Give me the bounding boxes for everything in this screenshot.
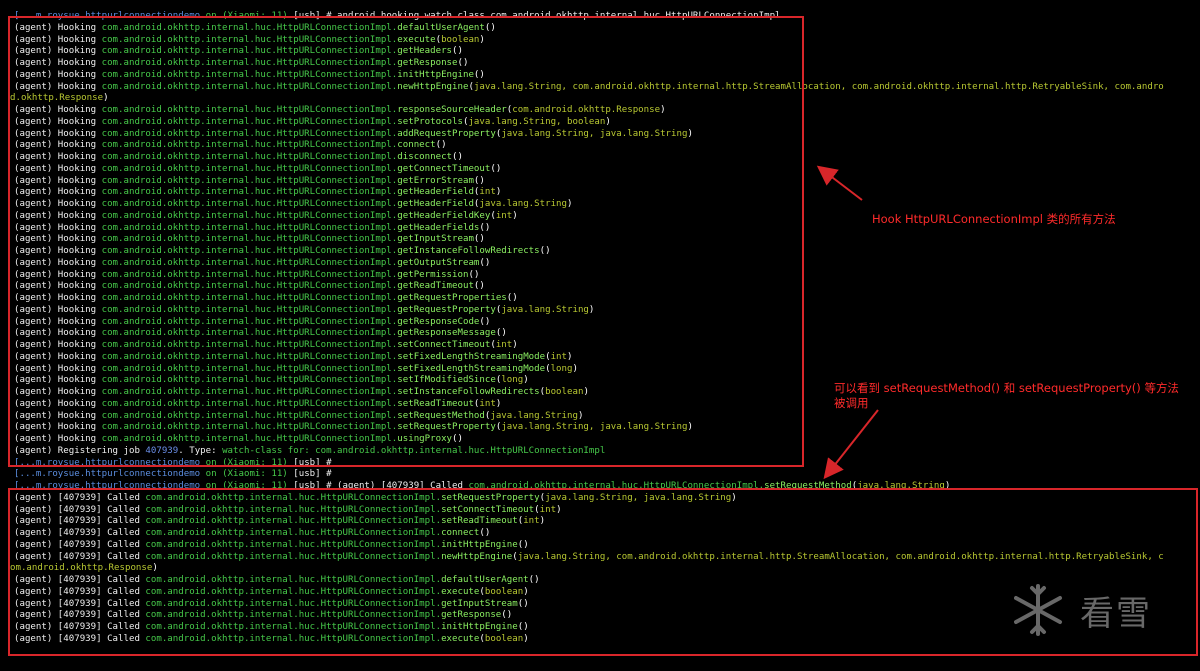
snowflake-icon bbox=[1014, 584, 1062, 636]
annotation-arrows bbox=[816, 165, 879, 480]
kanxue-logo: 看雪 bbox=[1006, 580, 1196, 640]
arrow-to-hook-box bbox=[816, 165, 863, 201]
annotation-hook-all-methods: Hook HttpURLConnectionImpl 类的所有方法 bbox=[872, 212, 1116, 226]
annotation-methods-called-line1: 可以看到 setRequestMethod() 和 setRequestProp… bbox=[834, 381, 1179, 395]
kanxue-logo-text: 看雪 bbox=[1080, 594, 1152, 634]
annotation-methods-called-line2: 被调用 bbox=[834, 396, 869, 410]
arrow-to-called-box bbox=[823, 409, 879, 480]
annotation-methods-called: 可以看到 setRequestMethod() 和 setRequestProp… bbox=[834, 381, 1194, 411]
